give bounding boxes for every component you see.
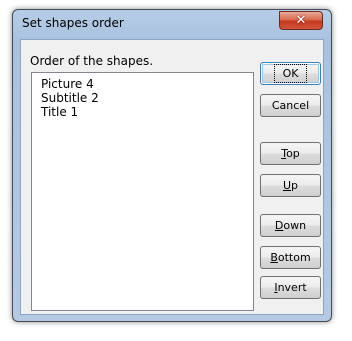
shapes-listbox[interactable]: Picture 4 Subtitle 2 Title 1 [31,72,254,311]
cancel-button[interactable]: Cancel [260,94,321,117]
bottom-button[interactable]: Bottom [260,246,321,269]
ok-button-label: OK [273,64,308,83]
invert-button[interactable]: Invert [260,276,321,299]
close-icon: ✕ [295,13,307,28]
ok-button[interactable]: OK [260,62,321,85]
top-button[interactable]: Top [260,142,321,165]
shapes-order-label: Order of the shapes. [30,54,154,68]
down-button-label: Down [274,219,307,232]
invert-button-label: Invert [274,281,307,294]
list-item[interactable]: Subtitle 2 [41,91,99,105]
cancel-button-label: Cancel [271,99,310,112]
down-button[interactable]: Down [260,214,321,237]
close-button[interactable]: ✕ [279,11,323,30]
list-item[interactable]: Picture 4 [41,77,94,91]
list-item[interactable]: Title 1 [41,105,78,119]
up-button[interactable]: Up [260,174,321,197]
top-button-label: Top [281,147,300,160]
dialog-window: Set shapes order ✕ Order of the shapes. … [12,9,332,322]
dialog-client-area: Order of the shapes. Picture 4 Subtitle … [20,39,324,315]
window-title: Set shapes order [22,16,124,30]
up-button-label: Up [282,179,299,192]
bottom-button-label: Bottom [270,251,311,264]
